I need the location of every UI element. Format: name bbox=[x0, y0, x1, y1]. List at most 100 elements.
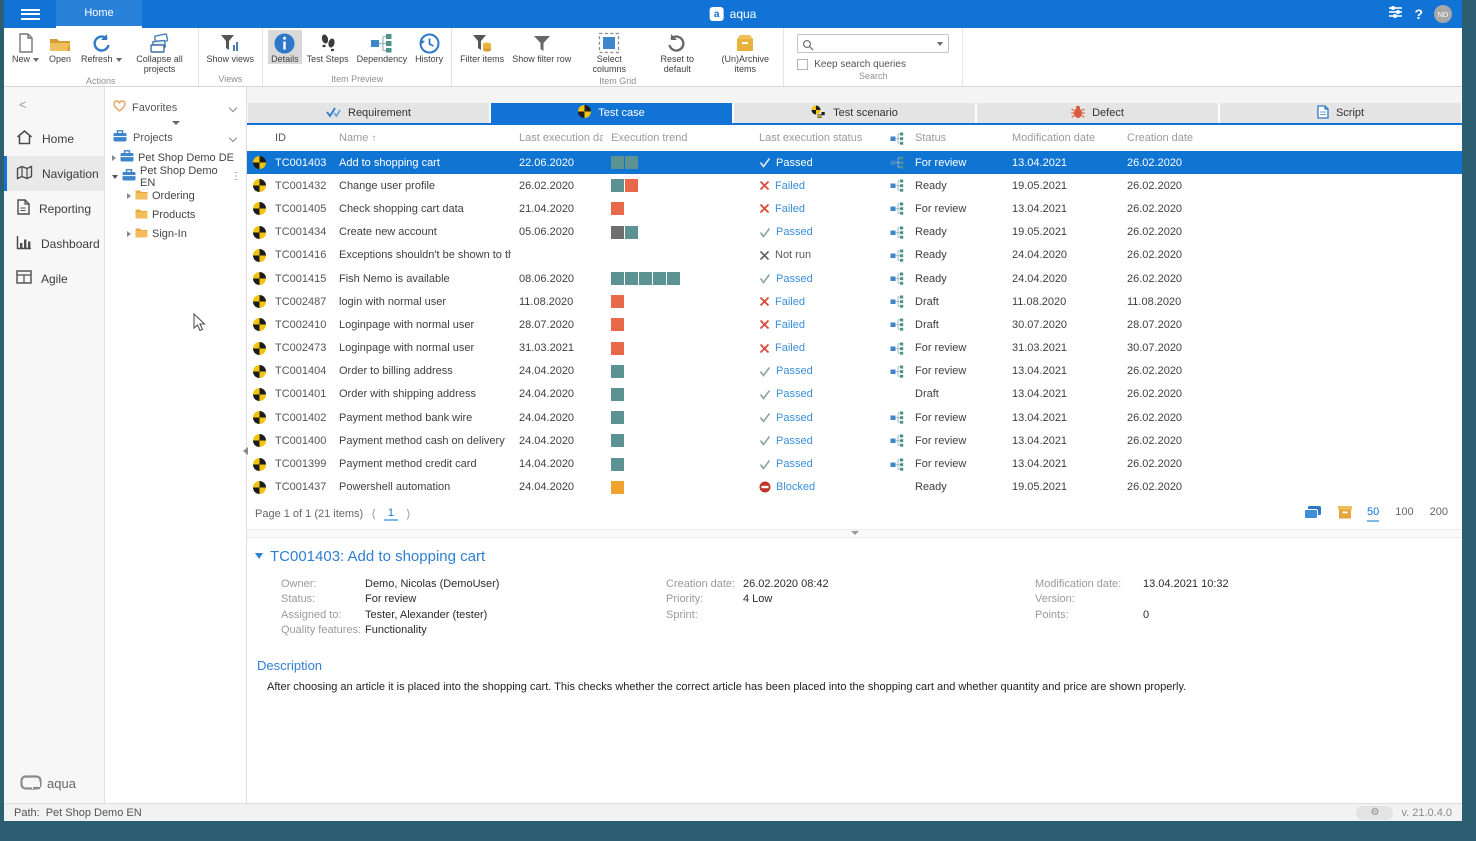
filter-items-button[interactable]: Filter items bbox=[457, 30, 507, 64]
table-row[interactable]: TC001432Change user profile26.02.2020Fai… bbox=[247, 174, 1462, 197]
tree-node-products[interactable]: Products bbox=[105, 205, 246, 224]
tab-script[interactable]: Script bbox=[1220, 103, 1461, 123]
tab-defect[interactable]: Defect bbox=[977, 103, 1218, 123]
table-row[interactable]: TC001399Payment method credit card14.04.… bbox=[247, 452, 1462, 475]
tree-node-pet-shop-demo-en[interactable]: Pet Shop Demo EN⋮ bbox=[105, 167, 246, 186]
help-icon[interactable]: ? bbox=[1414, 6, 1423, 22]
show-filter-row-button[interactable]: Show filter row bbox=[509, 30, 574, 64]
column-header-status[interactable]: Status bbox=[915, 132, 1012, 144]
collapse-icon bbox=[149, 32, 171, 54]
column-header-last-execution-status[interactable]: Last execution status bbox=[749, 132, 879, 144]
refresh-button[interactable]: Refresh bbox=[78, 30, 125, 64]
open-button[interactable]: Open bbox=[44, 30, 76, 64]
next-page-button[interactable]: ⟩ bbox=[406, 507, 411, 521]
select-columns-button[interactable]: Select columns bbox=[576, 30, 642, 75]
settings-gear-icon[interactable]: ⚙ bbox=[1356, 806, 1393, 820]
details-title[interactable]: TC001403: Add to shopping cart bbox=[255, 548, 1462, 565]
table-row[interactable]: TC001405Check shopping cart data21.04.20… bbox=[247, 197, 1462, 220]
node-menu-icon[interactable]: ⋮ bbox=[231, 171, 246, 182]
column-header-modification-date[interactable]: Modification date bbox=[1012, 132, 1127, 144]
details-button[interactable]: Details bbox=[268, 30, 302, 64]
row-name: Order to billing address bbox=[333, 365, 511, 377]
column-header-name[interactable]: Name↑ bbox=[333, 132, 511, 144]
tree-node-label: Sign-In bbox=[152, 228, 187, 240]
page-size-100[interactable]: 100 bbox=[1395, 506, 1413, 522]
chevron-down-icon[interactable] bbox=[229, 103, 237, 111]
table-row[interactable]: TC002410Loginpage with normal user28.07.… bbox=[247, 313, 1462, 336]
table-row[interactable]: TC001400Payment method cash on delivery2… bbox=[247, 429, 1462, 452]
last-execution-status: Failed bbox=[749, 203, 879, 215]
collapse-details-icon[interactable] bbox=[255, 553, 263, 559]
prev-page-button[interactable]: ⟨ bbox=[371, 507, 376, 521]
table-row[interactable]: TC002473Loginpage with normal user31.03.… bbox=[247, 337, 1462, 360]
expand-arrow-icon[interactable] bbox=[112, 155, 116, 161]
sidebar-item-home[interactable]: Home bbox=[4, 121, 104, 156]
table-row[interactable]: TC001434Create new account05.06.2020Pass… bbox=[247, 221, 1462, 244]
table-row[interactable]: TC001404Order to billing address24.04.20… bbox=[247, 360, 1462, 383]
last-execution-status: Passed bbox=[749, 435, 879, 447]
sidebar-item-agile[interactable]: Agile bbox=[4, 261, 104, 296]
horizontal-splitter[interactable] bbox=[247, 529, 1462, 538]
column-header-id[interactable]: ID bbox=[271, 132, 333, 144]
favorites-header[interactable]: Favorites bbox=[105, 97, 246, 118]
dependency-button[interactable]: Dependency bbox=[354, 30, 411, 64]
table-row[interactable]: TC001437Powershell automation24.04.2020B… bbox=[247, 476, 1462, 499]
sidebar-item-dashboard[interactable]: Dashboard bbox=[4, 226, 104, 261]
table-row[interactable]: TC001403Add to shopping cart22.06.2020Pa… bbox=[247, 151, 1462, 174]
collapse-arrow-icon[interactable] bbox=[112, 175, 118, 179]
test-steps-button[interactable]: Test Steps bbox=[304, 30, 352, 64]
detail-field: Quality features:Functionality bbox=[281, 622, 666, 638]
collapse-tree-panel-arrow[interactable] bbox=[243, 447, 248, 455]
search-dropdown-caret-icon[interactable] bbox=[937, 42, 943, 46]
field-value: For review bbox=[365, 593, 416, 605]
table-row[interactable]: TC002487login with normal user11.08.2020… bbox=[247, 290, 1462, 313]
hamburger-menu-icon[interactable] bbox=[4, 0, 56, 28]
column-header-creation-date[interactable]: Creation date bbox=[1127, 132, 1242, 144]
tab-requirement[interactable]: Requirement bbox=[248, 103, 489, 123]
unarchive-items-button[interactable]: (Un)Archive items bbox=[712, 30, 778, 75]
page-size-200[interactable]: 200 bbox=[1430, 506, 1448, 522]
tree-node-ordering[interactable]: Ordering bbox=[105, 186, 246, 205]
last-execution-status: Failed bbox=[749, 319, 879, 331]
column-header-last-execution-date[interactable]: Last execution da... bbox=[511, 132, 603, 144]
projects-header[interactable]: Projects bbox=[105, 127, 246, 148]
show-views-button[interactable]: Show views bbox=[204, 30, 258, 64]
sidebar-item-navigation[interactable]: Navigation bbox=[4, 156, 104, 191]
column-header-dependency-icon[interactable] bbox=[879, 132, 915, 145]
user-avatar[interactable]: ND bbox=[1434, 5, 1452, 23]
house-icon bbox=[16, 129, 33, 148]
keep-search-queries-checkbox[interactable] bbox=[797, 59, 808, 70]
table-row[interactable]: TC001415Fish Nemo is available08.06.2020… bbox=[247, 267, 1462, 290]
column-header-execution-trend[interactable]: Execution trend bbox=[603, 132, 749, 144]
search-input[interactable] bbox=[798, 35, 974, 52]
page-size-50[interactable]: 50 bbox=[1367, 506, 1379, 522]
sliders-icon[interactable] bbox=[1388, 5, 1403, 24]
reset-to-default-button[interactable]: Reset to default bbox=[644, 30, 710, 75]
copy-pages-icon[interactable] bbox=[1303, 505, 1323, 523]
archive-small-icon[interactable] bbox=[1337, 505, 1353, 522]
tab-test-case[interactable]: Test case bbox=[491, 103, 732, 123]
sidebar-item-label: Home bbox=[42, 132, 74, 146]
expand-arrow-icon[interactable] bbox=[127, 231, 131, 237]
chevron-down-icon[interactable] bbox=[229, 133, 237, 141]
table-row[interactable]: TC001416Exceptions shouldn't be shown to… bbox=[247, 244, 1462, 267]
tree-node-sign-in[interactable]: Sign-In bbox=[105, 224, 246, 243]
tab-test-scenario[interactable]: Test scenario bbox=[734, 103, 975, 123]
expand-arrow-icon[interactable] bbox=[127, 193, 131, 199]
page-number[interactable]: 1 bbox=[384, 507, 398, 521]
row-name: Create new account bbox=[333, 226, 511, 238]
row-id: TC001405 bbox=[271, 203, 333, 215]
history-button[interactable]: History bbox=[412, 30, 446, 64]
table-row[interactable]: TC001402Payment method bank wire24.04.20… bbox=[247, 406, 1462, 429]
panel-resize-handle[interactable] bbox=[105, 118, 246, 127]
row-last-execution-date: 08.06.2020 bbox=[511, 273, 603, 285]
ribbon-tab-home[interactable]: Home bbox=[56, 0, 142, 28]
sidebar-item-reporting[interactable]: Reporting bbox=[4, 191, 104, 226]
new-button[interactable]: New bbox=[9, 30, 42, 64]
row-modification-date: 13.04.2021 bbox=[1012, 157, 1127, 169]
table-row[interactable]: TC001401Order with shipping address24.04… bbox=[247, 383, 1462, 406]
tab-label: Requirement bbox=[348, 107, 411, 119]
collapse-sidebar-button[interactable]: < bbox=[4, 87, 104, 121]
app-name: aqua bbox=[730, 7, 757, 21]
collapse-all-projects-button[interactable]: Collapse all projects bbox=[127, 30, 193, 75]
